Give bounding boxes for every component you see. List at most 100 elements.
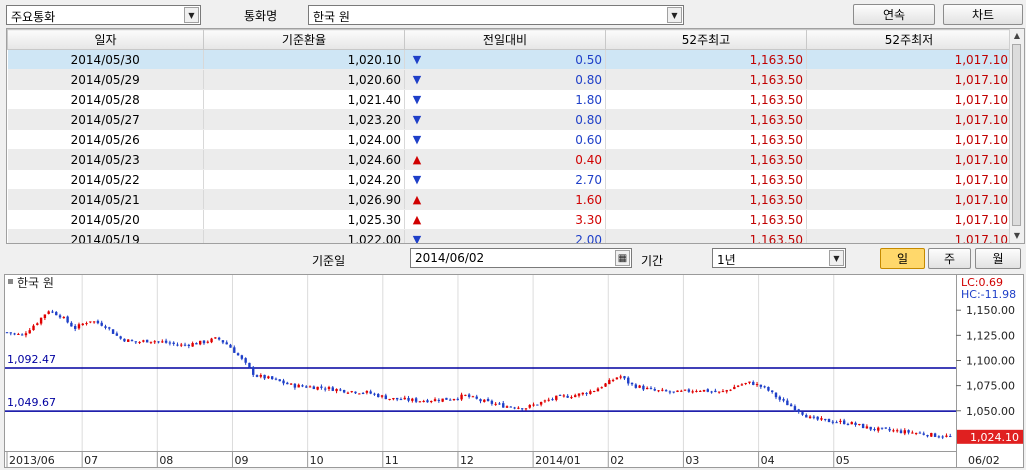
col-header-52w-high[interactable]: 52주최고: [605, 29, 807, 50]
candle: [51, 309, 54, 314]
arrow-down-icon: ▼: [412, 112, 422, 126]
candle: [149, 341, 153, 345]
chart-button[interactable]: 차트: [943, 4, 1023, 25]
change-value: 3.30: [575, 212, 602, 227]
candle: [418, 401, 422, 403]
arrow-up-icon: ▲: [412, 212, 422, 226]
candle: [172, 341, 175, 346]
period-combo[interactable]: 1년 ▼: [712, 248, 846, 268]
change-value: 2.00: [575, 232, 602, 244]
day-button[interactable]: 일: [880, 248, 925, 269]
change-value: 2.70: [575, 172, 602, 187]
candle: [854, 421, 857, 427]
table-row[interactable]: 2014/05/21 1,026.90 ▲ 1.60 1,163.50 1,017.10: [7, 189, 1012, 210]
candle: [399, 397, 403, 401]
candle: [816, 416, 819, 421]
calendar-icon[interactable]: ▦: [615, 250, 630, 266]
table-row[interactable]: 2014/05/22 1,024.20 ▼ 2.70 1,163.50 1,017.10: [7, 169, 1012, 190]
candle: [524, 408, 528, 411]
candle: [286, 381, 289, 385]
x-tick-label: 06/02: [968, 454, 1000, 467]
table-row[interactable]: 2014/05/28 1,021.40 ▼ 1.80 1,163.50 1,017.10: [7, 89, 1012, 110]
scroll-thumb[interactable]: [1012, 44, 1021, 226]
candle: [214, 337, 217, 339]
candle: [346, 391, 350, 395]
col-header-52w-low[interactable]: 52주최저: [806, 29, 1012, 50]
chevron-down-icon[interactable]: ▼: [667, 7, 682, 23]
candle: [740, 383, 744, 386]
candle: [225, 340, 228, 345]
table-row[interactable]: 2014/05/29 1,020.60 ▼ 0.80 1,163.50 1,017.10: [7, 69, 1012, 90]
candle: [289, 383, 293, 385]
candle: [320, 384, 323, 390]
table-row[interactable]: 2014/05/19 1,022.00 ▼ 2.00 1,163.50 1,017.10: [7, 229, 1012, 244]
candle: [430, 400, 433, 404]
cell-change: ▲ 3.30: [404, 209, 606, 230]
candle: [475, 394, 478, 400]
y-tick-label: 1,125.00: [966, 329, 1015, 342]
week-button[interactable]: 주: [928, 248, 971, 269]
candle: [592, 390, 596, 393]
col-header-rate[interactable]: 기준환율: [203, 29, 405, 50]
currency-combo[interactable]: 한국 원 ▼: [308, 5, 684, 25]
candle: [24, 331, 28, 338]
candle: [615, 377, 619, 380]
candle: [581, 392, 584, 396]
base-date-field[interactable]: 2014/06/02 ▦: [410, 248, 632, 268]
table-row[interactable]: 2014/05/23 1,024.60 ▲ 0.40 1,163.50 1,017.10: [7, 149, 1012, 170]
col-header-change[interactable]: 전일대비: [404, 29, 606, 50]
candle: [892, 428, 895, 433]
continuous-button[interactable]: 연속: [853, 4, 935, 25]
candle: [517, 406, 520, 410]
table-row[interactable]: 2014/05/30 1,020.10 ▼ 0.50 1,163.50 1,017.10: [7, 49, 1012, 70]
arrow-up-icon: ▲: [412, 152, 422, 166]
candle: [426, 398, 429, 403]
cell-date: 2014/05/20: [7, 209, 204, 230]
table-row[interactable]: 2014/05/27 1,023.20 ▼ 0.80 1,163.50 1,017.10: [7, 109, 1012, 130]
x-tick-label: 05: [836, 454, 850, 467]
candle: [759, 384, 763, 389]
candle: [278, 379, 281, 382]
month-button[interactable]: 월: [975, 248, 1021, 269]
scroll-down-icon[interactable]: ▼: [1010, 229, 1024, 243]
candle: [342, 389, 346, 394]
cell-52w-low: 1,017.10: [806, 109, 1012, 130]
cell-52w-low: 1,017.10: [806, 69, 1012, 90]
cell-52w-high: 1,163.50: [605, 49, 807, 70]
arrow-down-icon: ▼: [412, 232, 422, 244]
candle: [195, 342, 198, 345]
cell-rate: 1,020.10: [203, 49, 405, 70]
chevron-down-icon[interactable]: ▼: [184, 7, 199, 23]
candle: [695, 389, 698, 393]
chevron-down-icon[interactable]: ▼: [829, 250, 844, 266]
y-tick-label: 1,150.00: [966, 304, 1015, 317]
candle: [467, 393, 471, 399]
market-combo[interactable]: 주요통화 ▼: [6, 5, 201, 25]
candle: [797, 408, 800, 414]
table-row[interactable]: 2014/05/26 1,024.00 ▼ 0.60 1,163.50 1,017.10: [7, 129, 1012, 150]
candle: [653, 387, 656, 392]
candle: [138, 341, 141, 345]
candle: [202, 340, 206, 345]
candle: [70, 321, 73, 327]
change-value: 1.60: [575, 192, 602, 207]
candle: [229, 343, 232, 348]
scroll-up-icon[interactable]: ▲: [1010, 29, 1024, 43]
table-scrollbar[interactable]: ▲ ▼: [1009, 29, 1024, 243]
exchange-rate-chart[interactable]: 1,092.47 1,049.67 1,150.00 1,125.00 1,100.0…: [4, 274, 1024, 468]
col-header-date[interactable]: 일자: [7, 29, 204, 50]
arrow-down-icon: ▼: [412, 52, 422, 66]
cell-52w-high: 1,163.50: [605, 69, 807, 90]
change-value: 0.50: [575, 52, 602, 67]
candle: [180, 342, 183, 348]
table-row[interactable]: 2014/05/20 1,025.30 ▲ 3.30 1,163.50 1,017.10: [7, 209, 1012, 230]
cell-rate: 1,023.20: [203, 109, 405, 130]
candle: [479, 398, 482, 404]
cell-52w-low: 1,017.10: [806, 149, 1012, 170]
candle: [835, 420, 838, 424]
cell-date: 2014/05/23: [7, 149, 204, 170]
y-tick-label: 1,100.00: [966, 354, 1015, 367]
candle: [36, 322, 39, 326]
candle: [312, 385, 316, 390]
candle: [877, 426, 880, 433]
